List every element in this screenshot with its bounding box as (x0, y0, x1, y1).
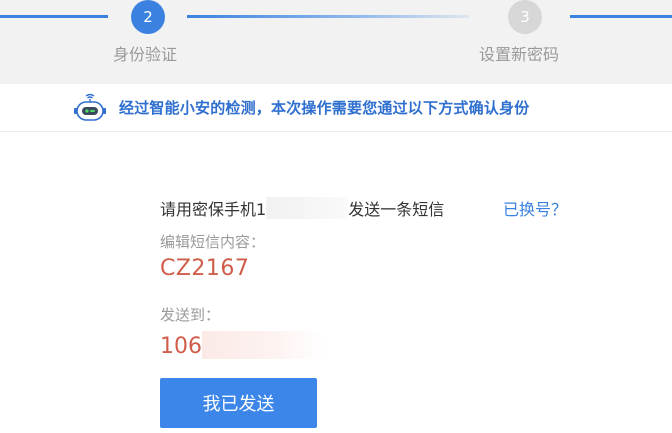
instruction-suffix: 发送一条短信 (348, 200, 445, 219)
masked-phone-number (266, 197, 349, 219)
send-to-number: 106 (160, 331, 324, 359)
robot-icon (74, 93, 106, 121)
step-3-label: 设置新密码 (479, 45, 560, 64)
send-to-number-prefix: 106 (160, 334, 202, 359)
sms-code: CZ2167 (160, 256, 250, 281)
sent-confirm-button[interactable]: 我已发送 (160, 378, 317, 428)
changed-number-link[interactable]: 已换号？ (503, 196, 567, 220)
step-progress-bar: 2 身份验证 3 设置新密码 (0, 0, 672, 84)
sms-instruction: 请用密保手机1 发送一条短信 (160, 196, 444, 220)
step-connector (0, 15, 108, 18)
masked-service-number (202, 331, 324, 359)
security-notice: 经过智能小安的检测，本次操作需要您通过以下方式确认身份 (0, 84, 672, 132)
step-2-circle: 2 (131, 0, 165, 34)
step-connector (570, 15, 672, 18)
step-3-circle: 3 (508, 0, 542, 34)
notice-text: 经过智能小安的检测，本次操作需要您通过以下方式确认身份 (119, 99, 530, 117)
send-to-label: 发送到： (160, 306, 221, 324)
sms-content-label: 编辑短信内容： (160, 233, 266, 251)
step-connector (187, 15, 469, 18)
instruction-prefix: 请用密保手机1 (160, 200, 267, 219)
step-2-label: 身份验证 (113, 45, 178, 64)
verify-identity-page: 2 身份验证 3 设置新密码 经过智能小安的检测，本次操作需要您通过以下方式确认… (0, 0, 672, 433)
